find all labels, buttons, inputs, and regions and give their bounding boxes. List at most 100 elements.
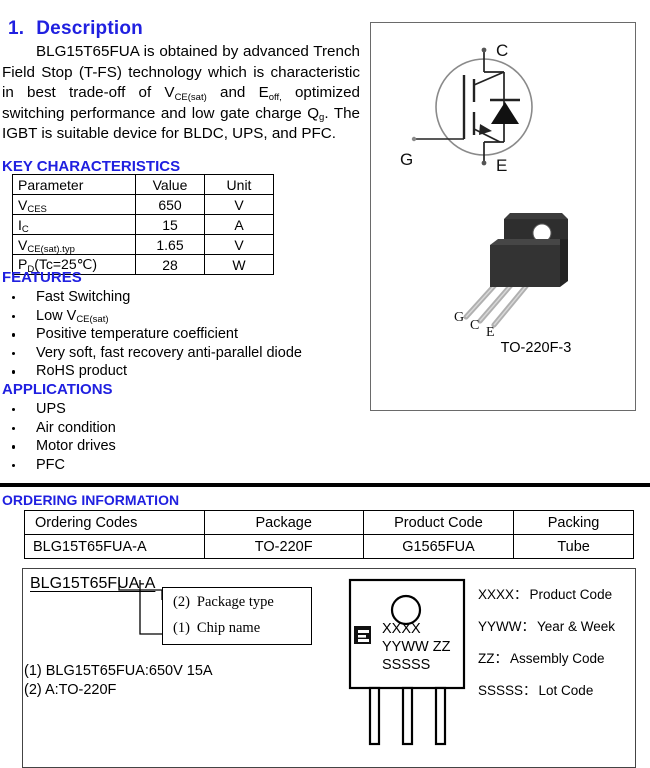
key-characteristics-heading: KEY CHARACTERISTICS	[2, 158, 181, 175]
param-base: V	[18, 196, 28, 213]
param-subscript: CES	[27, 204, 47, 215]
section-divider	[0, 483, 650, 487]
list-item: Positive temperature coefficient	[0, 325, 302, 344]
marking-lead-3	[434, 686, 447, 746]
brand-logo-bar-top	[358, 630, 369, 633]
symbol-label-gate: G	[400, 150, 413, 169]
description-sub-qg: g	[319, 112, 325, 124]
list-item: Motor drives	[0, 437, 116, 456]
marking-legend-key: XXXX	[478, 587, 515, 602]
diode-triangle-icon	[491, 102, 519, 124]
description-sub-eoff: off,	[268, 91, 282, 103]
list-item-label: RoHS product	[36, 363, 128, 380]
leader-line-chip-name	[139, 580, 162, 635]
emitter-arrow-icon	[479, 124, 492, 135]
cell-parameter: IC	[12, 214, 136, 235]
description-sub-vcesat: CE(sat)	[174, 91, 207, 103]
features-heading: FEATURES	[2, 269, 82, 286]
list-item-label: Air condition	[36, 419, 116, 436]
marking-legend-separator: ：	[494, 651, 509, 666]
symbol-envelope-circle	[435, 58, 533, 156]
marking-legend-row-assembly-code: ZZ： Assembly Code	[478, 652, 615, 684]
list-item-label: UPS	[36, 401, 66, 417]
cell-unit: A	[204, 214, 274, 235]
list-item-subscript: CE(sat)	[76, 314, 109, 326]
brand-logo-bar-mid	[358, 635, 366, 638]
marking-legend-key: YYWW	[478, 619, 522, 634]
column-header-package: Package	[203, 510, 364, 535]
applications-list: UPS Air condition Motor drives PFC	[0, 400, 116, 474]
list-item: UPS	[0, 400, 116, 419]
marking-lead-1	[368, 686, 381, 746]
marking-lead-2	[401, 686, 414, 746]
list-item-label: PFC	[36, 456, 65, 473]
applications-heading: APPLICATIONS	[2, 381, 113, 398]
marking-legend-separator: ：	[514, 587, 528, 602]
cell-ordering-code: BLG15T65FUA-A	[24, 534, 205, 559]
table-row: IC 15 A	[12, 214, 274, 235]
column-header-packing: Packing	[513, 510, 634, 535]
cell-parameter: VCE(sat).typ	[12, 234, 136, 255]
marking-line-lot-code: SSSSS	[382, 657, 431, 673]
callout-index: (2)	[173, 594, 190, 610]
description-heading-label: Description	[36, 18, 143, 39]
marking-legend-key: SSSSS	[478, 683, 524, 698]
callout-row-package-type: (2) Package type	[173, 594, 274, 611]
list-item-label: Low V	[36, 307, 77, 324]
brand-logo-bar-bottom	[358, 639, 369, 642]
list-item: Fast Switching	[0, 288, 302, 307]
key-characteristics-table: Parameter Value Unit VCES 650 V IC 15 A …	[12, 174, 274, 275]
marking-legend: XXXX： Product Code YYWW ： Year & Week ZZ： As…	[478, 588, 615, 716]
marking-legend-row-product-code: XXXX： Product Code	[478, 588, 615, 620]
marking-legend-row-lot-code: SSSSS： Lot Code	[478, 684, 615, 716]
package-body	[490, 245, 560, 287]
cell-unit: V	[204, 194, 274, 215]
marking-legend-label: Lot Code	[538, 683, 594, 698]
package-name-label: TO-220F-3	[500, 340, 572, 356]
param-subscript: C	[21, 224, 29, 235]
param-subscript: CE(sat).typ	[27, 244, 75, 255]
legend-line-chip-name: (1) BLG15T65FUA:650V 15A	[24, 663, 213, 679]
package-body-top-bevel	[490, 239, 568, 245]
list-item: Very soft, fast recovery anti-parallel d…	[0, 344, 302, 363]
callout-label: Package type	[196, 594, 274, 610]
cell-value: 28	[135, 254, 205, 275]
marking-legend-label: Year & Week	[537, 619, 616, 634]
callout-row-chip-name: (1) Chip name	[173, 620, 260, 637]
collector-slant-line	[473, 71, 505, 86]
package-pin-label-gate: G	[454, 310, 464, 325]
callout-box: (2) Package type (1) Chip name	[162, 587, 312, 645]
symbol-label-emitter: E	[496, 156, 507, 175]
column-header-ordering-codes: Ordering Codes	[24, 510, 205, 535]
marking-legend-separator: ：	[523, 683, 537, 698]
description-heading: 1. Description	[8, 18, 143, 40]
ordering-information-table: Ordering Codes Package Product Code Pack…	[24, 510, 634, 559]
table-header-row: Ordering Codes Package Product Code Pack…	[24, 510, 634, 535]
cell-unit: W	[204, 254, 274, 275]
marking-legend-key: ZZ	[478, 651, 495, 666]
marking-line-year-week-assembly: YYWW ZZ	[382, 639, 451, 655]
column-header-value: Value	[135, 174, 205, 195]
list-item-label: Positive temperature coefficient	[36, 326, 239, 343]
list-item-label: Fast Switching	[36, 289, 131, 305]
list-item: Low VCE(sat)	[0, 307, 302, 326]
cell-value: 15	[135, 214, 205, 235]
column-header-product-code: Product Code	[362, 510, 515, 535]
symbol-label-collector: C	[496, 41, 508, 60]
list-item: RoHS product	[0, 362, 302, 381]
cell-value: 650	[135, 194, 205, 215]
collector-terminal-dot	[481, 47, 487, 53]
table-row: VCES 650 V	[12, 194, 274, 215]
callout-index: (1)	[173, 620, 190, 636]
cell-packing: Tube	[513, 534, 634, 559]
marking-line-product-code: XXXX	[382, 621, 421, 637]
list-item-label: Very soft, fast recovery anti-parallel d…	[36, 344, 302, 361]
cell-unit: V	[204, 234, 274, 255]
to220f-package-drawing: G C E	[454, 213, 568, 340]
table-header-row: Parameter Value Unit	[12, 174, 274, 195]
param-base: V	[18, 236, 28, 253]
description-paragraph: BLG15T65FUA is obtained by advanced Tren…	[2, 42, 360, 145]
gate-terminal-dot	[411, 136, 417, 142]
list-item: PFC	[0, 456, 116, 475]
marking-body-text: XXXX YYWW ZZ SSSSS	[382, 620, 450, 674]
